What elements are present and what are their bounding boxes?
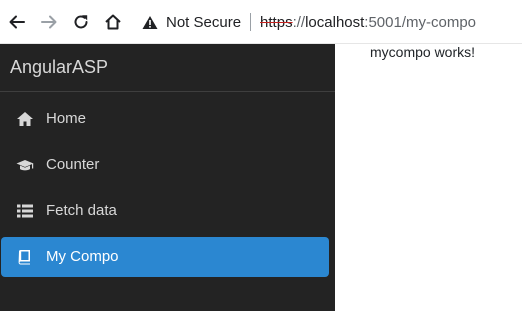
book-icon xyxy=(16,249,34,265)
main-content: mycompo works! xyxy=(335,44,522,311)
arrow-right-icon xyxy=(41,15,57,29)
url-scheme: https xyxy=(260,13,293,31)
component-output-text: mycompo works! xyxy=(370,44,476,60)
brand-link[interactable]: AngularASP xyxy=(10,57,108,78)
sidebar-item-fetch-data[interactable]: Fetch data xyxy=(1,191,329,231)
brand-row: AngularASP xyxy=(0,44,335,92)
sidebar-item-my-compo[interactable]: My Compo xyxy=(1,237,329,277)
sidebar-item-label: Counter xyxy=(46,156,100,173)
sidebar-item-counter[interactable]: Counter xyxy=(1,145,329,185)
forward-button[interactable] xyxy=(38,11,60,33)
arrow-left-icon xyxy=(9,15,25,29)
security-status-label[interactable]: Not Secure xyxy=(166,14,241,31)
back-button[interactable] xyxy=(6,11,28,33)
browser-toolbar: Not Secure https://localhost:5001/my-com… xyxy=(0,0,522,44)
url-separator: :// xyxy=(292,13,306,31)
reload-icon xyxy=(74,15,88,29)
sidebar-item-label: Home xyxy=(46,110,87,127)
graduation-cap-icon xyxy=(16,157,34,173)
url-host: localhost xyxy=(305,13,365,31)
home-icon xyxy=(105,14,121,30)
url-path: :5001/my-compo xyxy=(364,13,477,31)
sidebar-item-home[interactable]: Home xyxy=(1,99,329,139)
reload-button[interactable] xyxy=(70,11,92,33)
list-icon xyxy=(16,203,34,219)
sidebar-item-label: My Compo xyxy=(46,248,119,265)
home-button[interactable] xyxy=(102,11,124,33)
warning-triangle-icon xyxy=(142,15,158,30)
sidebar: AngularASP Home Counter Fetch data My Co… xyxy=(0,44,335,311)
address-divider xyxy=(250,13,252,31)
sidebar-item-label: Fetch data xyxy=(46,202,117,219)
home-icon xyxy=(16,111,34,127)
address-bar[interactable]: Not Secure https://localhost:5001/my-com… xyxy=(136,6,522,38)
